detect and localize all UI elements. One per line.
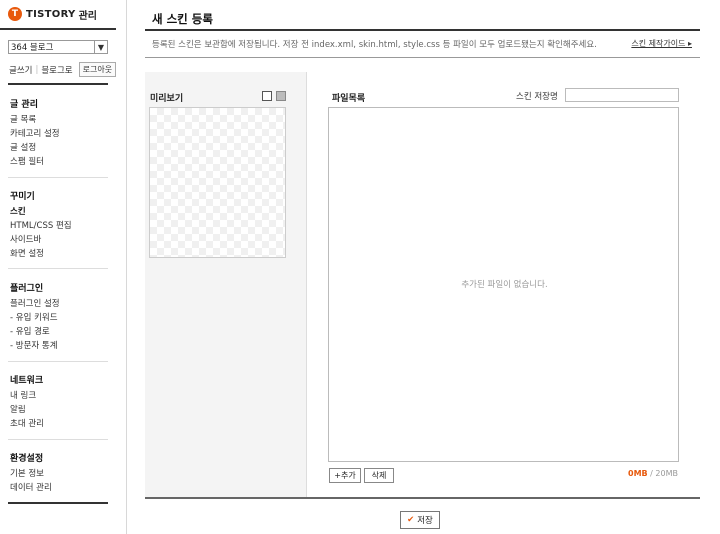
menu-item-plugin-settings[interactable]: 플러그인 설정 bbox=[10, 297, 110, 311]
file-list-box[interactable]: 추가된 파일이 없습니다. bbox=[328, 107, 679, 462]
menu-item-post-settings[interactable]: 글 설정 bbox=[10, 141, 110, 155]
menu-item-screen-settings[interactable]: 화면 설정 bbox=[10, 247, 110, 261]
menu-item-data-management[interactable]: 데이터 관리 bbox=[10, 481, 110, 495]
sidebar-divider bbox=[8, 83, 108, 85]
chevron-down-icon[interactable]: ▼ bbox=[94, 41, 107, 53]
menu-heading: 네트워크 bbox=[10, 376, 44, 386]
menu-item-post-list[interactable]: 글 목록 bbox=[10, 113, 110, 127]
menu-item-invitations[interactable]: 초대 관리 bbox=[10, 417, 110, 431]
skin-name-input[interactable] bbox=[565, 88, 679, 102]
menu-heading: 환경설정 bbox=[10, 454, 44, 464]
file-list-title: 파일목록 bbox=[332, 94, 366, 104]
menu-group-plugins: 플러그인 플러그인 설정 - 유입 키워드 - 유입 경로 - 방문자 통계 bbox=[10, 281, 110, 353]
main-content: 새 스킨 등록 등록된 스킨은 보관함에 저장됩니다. 저장 전 index.x… bbox=[145, 0, 700, 534]
skin-name-label: 스킨 저장명 bbox=[516, 92, 558, 102]
brand-header[interactable]: T TISTORY 관리 bbox=[0, 0, 116, 30]
menu-item-category[interactable]: 카테고리 설정 bbox=[10, 127, 110, 141]
menu-heading: 글 관리 bbox=[10, 100, 38, 110]
menu-item-spam-filter[interactable]: 스팸 필터 bbox=[10, 155, 110, 169]
skin-guide-link[interactable]: 스킨 제작가이드 ▸ bbox=[631, 38, 692, 49]
menu-item-notifications[interactable]: 알림 bbox=[10, 403, 110, 417]
menu-item-inflow-routes[interactable]: - 유입 경로 bbox=[10, 325, 110, 339]
check-icon: ✔ bbox=[407, 515, 415, 525]
add-file-button[interactable]: +추가 bbox=[329, 468, 361, 483]
link-separator: | bbox=[35, 64, 39, 75]
empty-file-message: 추가된 파일이 없습니다. bbox=[461, 280, 548, 290]
write-link[interactable]: 글쓰기 bbox=[9, 64, 32, 76]
menu-item-visitor-stats[interactable]: - 방문자 통계 bbox=[10, 339, 110, 353]
blog-select-value: 364 블로그 bbox=[11, 43, 54, 53]
go-blog-link[interactable]: 블로그로 bbox=[41, 64, 72, 76]
page-title: 새 스킨 등록 bbox=[152, 12, 213, 26]
square-filled-icon[interactable] bbox=[276, 91, 286, 101]
square-outline-icon[interactable] bbox=[262, 91, 272, 101]
logout-button[interactable]: 로그아웃 bbox=[78, 62, 117, 77]
save-button[interactable]: ✔ 저장 bbox=[400, 511, 440, 529]
tistory-logo-icon: T bbox=[8, 7, 22, 21]
upload-notice: 등록된 스킨은 보관함에 저장됩니다. 저장 전 index.xml, skin… bbox=[152, 40, 597, 50]
title-divider bbox=[145, 29, 700, 31]
notice-divider bbox=[145, 57, 700, 58]
user-links: 글쓰기 | 블로그로 로그아웃 bbox=[9, 62, 117, 77]
menu-heading: 플러그인 bbox=[10, 284, 44, 294]
menu-item-basic-info[interactable]: 기본 정보 bbox=[10, 467, 110, 481]
menu-separator bbox=[8, 268, 108, 269]
bottom-divider bbox=[145, 497, 700, 499]
blog-select[interactable]: 364 블로그 ▼ bbox=[8, 40, 108, 54]
menu-item-my-links[interactable]: 내 링크 bbox=[10, 389, 110, 403]
storage-usage: 0MB / 20MB bbox=[628, 469, 678, 478]
brand-name: TISTORY bbox=[26, 8, 76, 20]
sidebar-divider bbox=[8, 502, 108, 504]
skin-preview bbox=[149, 107, 286, 258]
brand-sub: 관리 bbox=[78, 10, 97, 22]
menu-group-design: 꾸미기 스킨 HTML/CSS 편집 사이드바 화면 설정 bbox=[10, 189, 110, 261]
menu-group-network: 네트워크 내 링크 알림 초대 관리 bbox=[10, 373, 110, 431]
menu-separator bbox=[8, 439, 108, 440]
save-label: 저장 bbox=[417, 516, 433, 526]
usage-total: 20MB bbox=[655, 469, 678, 478]
menu-item-inflow-keywords[interactable]: - 유입 키워드 bbox=[10, 311, 110, 325]
menu-group-posts: 글 관리 글 목록 카테고리 설정 글 설정 스팸 필터 bbox=[10, 97, 110, 169]
delete-file-button[interactable]: 삭제 bbox=[364, 468, 394, 483]
file-list-panel: 파일목록 스킨 저장명 추가된 파일이 없습니다. +추가 삭제 0MB / 2… bbox=[306, 72, 700, 497]
menu-separator bbox=[8, 361, 108, 362]
menu-separator bbox=[8, 177, 108, 178]
sidebar: T TISTORY 관리 364 블로그 ▼ 글쓰기 | 블로그로 로그아웃 글… bbox=[0, 0, 127, 534]
usage-used: 0MB bbox=[628, 469, 648, 478]
menu-heading: 꾸미기 bbox=[10, 192, 35, 202]
menu-group-settings: 환경설정 기본 정보 데이터 관리 bbox=[10, 451, 110, 495]
menu-item-skin[interactable]: 스킨 bbox=[10, 205, 110, 219]
preview-title: 미리보기 bbox=[150, 94, 184, 104]
menu-item-sidebar[interactable]: 사이드바 bbox=[10, 233, 110, 247]
menu-item-html-css[interactable]: HTML/CSS 편집 bbox=[10, 219, 110, 233]
